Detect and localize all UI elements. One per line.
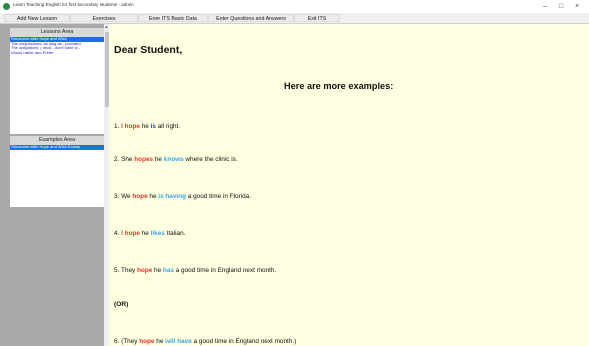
example-line: 4. I hope he likes Italian.: [114, 230, 185, 237]
verb-highlight: has: [162, 267, 174, 274]
examples-area-header: Examples Area: [10, 136, 104, 145]
example-text: 4. I: [114, 230, 125, 237]
enter-questions-answers-button[interactable]: Enter Questions and Answers: [208, 14, 294, 22]
app-logo-icon: [3, 3, 10, 10]
add-new-lesson-button[interactable]: Add New Lesson: [4, 14, 70, 22]
example-text: 5. They: [114, 267, 137, 274]
examples-list[interactable]: Structures after Hope and Wish Examp: [10, 145, 104, 207]
verb-highlight: likes: [150, 230, 165, 237]
verb-highlight: will have: [165, 338, 192, 345]
hope-verb: hope: [139, 338, 155, 345]
example-text: he: [152, 267, 163, 274]
scrollbar-thumb[interactable]: [104, 32, 109, 107]
hope-verb: hope: [132, 193, 148, 200]
exit-its-button[interactable]: Exit ITS: [294, 14, 340, 22]
lessons-list[interactable]: Structures after Hope and Wish The conju…: [10, 37, 104, 134]
example-text: he: [139, 123, 151, 130]
example-text: 6. (They: [114, 338, 140, 345]
lesson-content: Dear Student, Here are more examples: 1.…: [109, 24, 589, 346]
example-line: 6. (They hope he will have a good time i…: [114, 338, 296, 345]
hope-verb: hope: [136, 267, 153, 274]
close-button[interactable]: ×: [570, 2, 584, 11]
example-line: 2. She hopes he knows where the clinic i…: [114, 156, 238, 163]
example-text: 3. We: [114, 193, 133, 200]
example-line: 5. They hope he has a good time in Engla…: [114, 267, 276, 274]
example-text: he: [153, 156, 164, 163]
example-text: a good time in England next month.: [173, 267, 277, 274]
examples-heading: Here are more examples:: [284, 81, 394, 91]
greeting: Dear Student,: [114, 44, 183, 56]
title-bar: Learn Teaching English for first seconda…: [0, 0, 589, 13]
list-item[interactable]: Would rather and Prefer: [10, 51, 104, 56]
maximize-button[interactable]: □: [554, 2, 568, 11]
example-text: a good time in England next month.): [191, 338, 297, 345]
enter-basic-data-button[interactable]: Ener ITS Basic Data: [138, 14, 208, 22]
list-item[interactable]: Structures after Hope and Wish Examp: [10, 145, 104, 150]
example-line: 1. I hope he is all right.: [114, 123, 180, 130]
example-text: he: [154, 338, 166, 345]
example-text: he: [139, 230, 151, 237]
example-text: all right.: [155, 123, 181, 130]
lessons-area-header: Lessons Area: [10, 28, 104, 37]
menu-bar: Add New Lesson Exercises Ener ITS Basic …: [0, 13, 589, 24]
example-text: 2. She: [114, 156, 135, 163]
verb-highlight: is having: [158, 193, 186, 200]
example-text: Italian.: [164, 230, 186, 237]
example-text: he: [147, 193, 159, 200]
hope-verb: hopes: [134, 156, 154, 163]
exercises-button[interactable]: Exercises: [70, 14, 138, 22]
minimize-button[interactable]: –: [538, 2, 552, 11]
hope-verb: hope: [124, 123, 140, 130]
hope-verb: hope: [124, 230, 140, 237]
example-text: where the clinic is.: [183, 156, 238, 163]
example-text: a good time in Florida.: [186, 193, 252, 200]
example-line: 3. We hope he is having a good time in F…: [114, 193, 251, 200]
example-text: 1. I: [114, 123, 125, 130]
window-title: Learn Teaching English for first seconda…: [13, 2, 134, 7]
verb-highlight: knows: [163, 156, 184, 163]
or-label: (OR): [114, 301, 129, 308]
